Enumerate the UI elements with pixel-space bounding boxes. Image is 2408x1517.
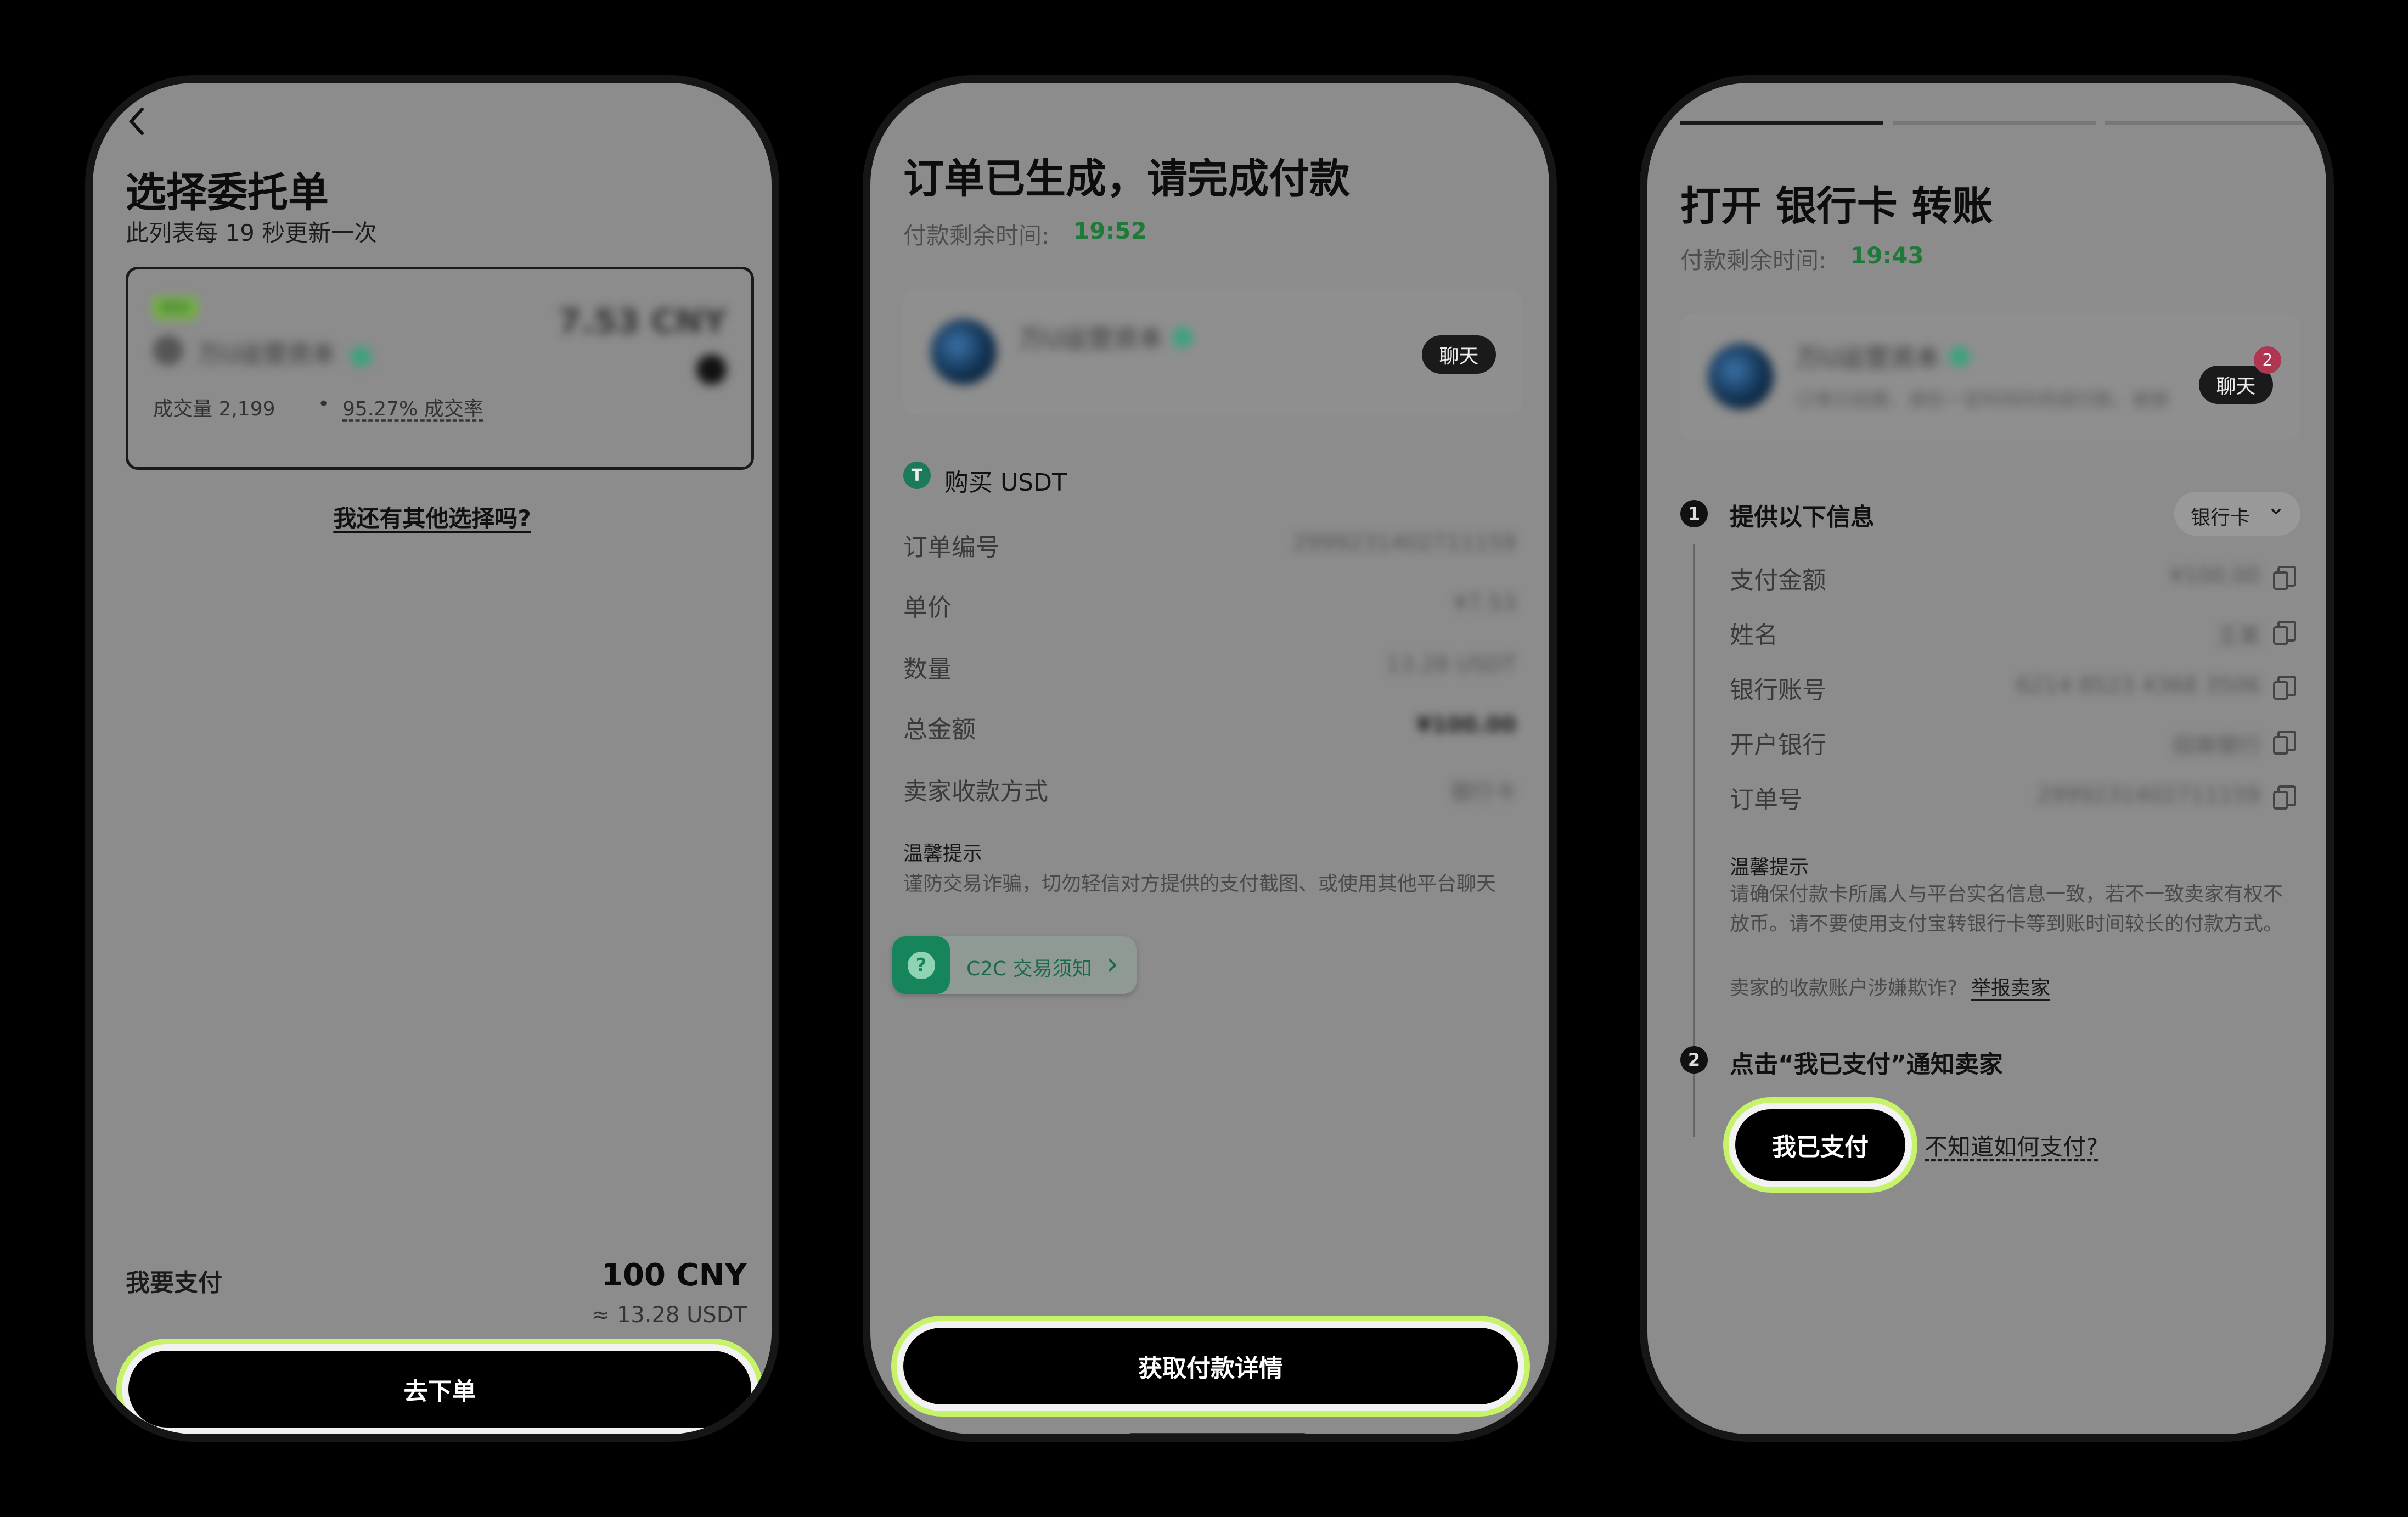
step-1-title: 提供以下信息: [1730, 503, 1875, 531]
payment-method-dropdown[interactable]: 银行卡 ⌄: [2174, 492, 2300, 536]
timer-label: 付款剩余时间:: [1680, 247, 1827, 274]
home-indicator: [1128, 1433, 1307, 1434]
row-label-total: 总金额: [903, 716, 976, 744]
place-order-button[interactable]: 去下单: [128, 1351, 751, 1428]
merchant-card: 万U运营资本 聊天: [903, 289, 1523, 415]
phone-screen-order-created: 订单已生成，请完成付款 付款剩余时间: 19:52 万U运营资本 聊天 T 购买…: [863, 75, 1557, 1442]
back-arrow-icon[interactable]: [126, 105, 148, 138]
chevron-down-icon: ⌄: [2266, 493, 2286, 520]
timer-value: 19:52: [1073, 217, 1147, 244]
merchant-card: 万U运营资本 订单已创建，请在一定时间内完成付款，谢谢 聊天 2: [1680, 313, 2300, 440]
merchant-avatar: [153, 335, 183, 366]
progress-segment-3: [2105, 121, 2308, 125]
verified-icon: [1949, 346, 1970, 367]
chevron-right-icon: ›: [1106, 946, 1119, 982]
offer-card[interactable]: NEW 万U运营资本 7.53 CNY 成交量 2,199 • 95.27% 成…: [126, 267, 754, 470]
unread-badge: 2: [2254, 346, 2281, 374]
tip-title: 温馨提示: [1730, 856, 1809, 879]
row-value-unit-price: ¥7.53: [1453, 591, 1516, 616]
row-value-amount: ¥100.00: [2169, 563, 2260, 588]
row-label-order-no: 订单编号: [903, 533, 1000, 561]
how-to-pay-link[interactable]: 不知道如何支付?: [1925, 1128, 2098, 1162]
verified-icon: [1172, 327, 1193, 348]
row-label-unit-price: 单价: [903, 594, 952, 622]
verified-icon: [351, 346, 372, 367]
pay-label: 我要支付: [126, 1269, 222, 1297]
row-value-name: 王某: [2216, 623, 2260, 649]
progress-segment-1: [1680, 121, 1883, 125]
pay-usdt-equivalent: ≈ 13.28 USDT: [591, 1302, 747, 1328]
timer-label: 付款剩余时间:: [903, 222, 1050, 249]
row-label-payment-method: 卖家收款方式: [903, 778, 1048, 806]
row-value-payment-method: 银行卡: [1450, 780, 1516, 805]
tip-body: 谨防交易诈骗，切勿轻信对方提供的支付截图、或使用其他平台聊天: [903, 873, 1496, 895]
row-label-name: 姓名: [1730, 621, 1778, 649]
fraud-question: 卖家的收款账户涉嫌欺诈?: [1730, 977, 1958, 999]
row-label-bank: 开户银行: [1730, 731, 1826, 759]
row-value-bank: 招商银行: [2173, 733, 2260, 759]
timer-value: 19:43: [1850, 242, 1924, 269]
page-title: 订单已生成，请完成付款: [903, 155, 1350, 203]
row-value-order-no: 2999231402711159: [1292, 530, 1516, 555]
copy-icon[interactable]: [2273, 785, 2296, 810]
row-label-quantity: 数量: [903, 655, 952, 683]
row-value-order-no: 2999231402711159: [2036, 783, 2260, 808]
phone-screen-select-offer: 选择委托单 此列表每 19 秒更新一次 NEW 万U运营资本 7.53 CNY …: [85, 75, 779, 1442]
refresh-note: 此列表每 19 秒更新一次: [126, 220, 378, 246]
page-title: 打开 银行卡 转账: [1680, 183, 1993, 230]
merchant-name: 万U运营资本: [197, 340, 336, 368]
row-label-amount: 支付金额: [1730, 566, 1826, 594]
trade-volume: 成交量 2,199: [153, 398, 275, 420]
question-icon: ?: [892, 936, 950, 994]
merchant-name: 万U运营资本: [1796, 343, 1940, 373]
copy-icon[interactable]: [2273, 731, 2296, 755]
offer-price: 7.53 CNY: [558, 302, 727, 341]
c2c-notice-label: C2C 交易须知: [966, 958, 1092, 980]
copy-icon[interactable]: [2273, 566, 2296, 590]
payment-method-icon: [696, 355, 727, 385]
usdt-icon: T: [903, 462, 931, 489]
get-payment-details-button[interactable]: 获取付款详情: [903, 1328, 1518, 1404]
buy-asset-label: 购买 USDT: [944, 469, 1067, 497]
progress-segment-2: [1893, 121, 2096, 125]
new-badge: NEW: [153, 297, 197, 319]
step-2-number: 2: [1680, 1046, 1708, 1074]
merchant-name: 万U运营资本: [1019, 324, 1163, 353]
dropdown-label: 银行卡: [2191, 507, 2251, 529]
row-label-order-no: 订单号: [1730, 786, 1802, 814]
step-2-title: 点击“我已支付”通知卖家: [1730, 1050, 2003, 1078]
report-seller-link[interactable]: 举报卖家: [1971, 972, 2050, 1001]
row-label-account: 银行账号: [1730, 676, 1826, 704]
row-value-total: ¥100.00: [1416, 712, 1516, 738]
pay-amount: 100 CNY: [601, 1257, 747, 1293]
copy-icon[interactable]: [2273, 621, 2296, 645]
c2c-notice-button[interactable]: ? C2C 交易须知 ›: [892, 936, 1137, 994]
page-title: 选择委托单: [126, 169, 329, 216]
step-1-number: 1: [1680, 500, 1708, 527]
separator-dot: •: [318, 393, 330, 415]
merchant-avatar: [931, 319, 997, 385]
copy-icon[interactable]: [2273, 676, 2296, 700]
completion-rate[interactable]: 95.27% 成交率: [342, 393, 483, 422]
row-value-quantity: 13.28 USDT: [1386, 652, 1516, 677]
chat-button[interactable]: 聊天: [1422, 335, 1496, 374]
merchant-avatar: [1708, 344, 1774, 409]
phone-screen-bank-transfer: 打开 银行卡 转账 付款剩余时间: 19:43 万U运营资本 订单已创建，请在一…: [1640, 75, 2334, 1442]
tip-body: 请确保付款卡所属人与平台实名信息一致，若不一致卖家有权不放币。请不要使用支付宝转…: [1730, 883, 2283, 935]
other-options-link[interactable]: 我还有其他选择吗?: [93, 500, 772, 533]
question-mark: ?: [907, 951, 935, 979]
merchant-subtitle: 订单已创建，请在一定时间内完成付款，谢谢: [1796, 389, 2169, 411]
row-value-account: 6214 8523 4368 3506: [2016, 673, 2260, 698]
tip-title: 温馨提示: [903, 842, 983, 865]
i-have-paid-button[interactable]: 我已支付: [1735, 1109, 1905, 1181]
